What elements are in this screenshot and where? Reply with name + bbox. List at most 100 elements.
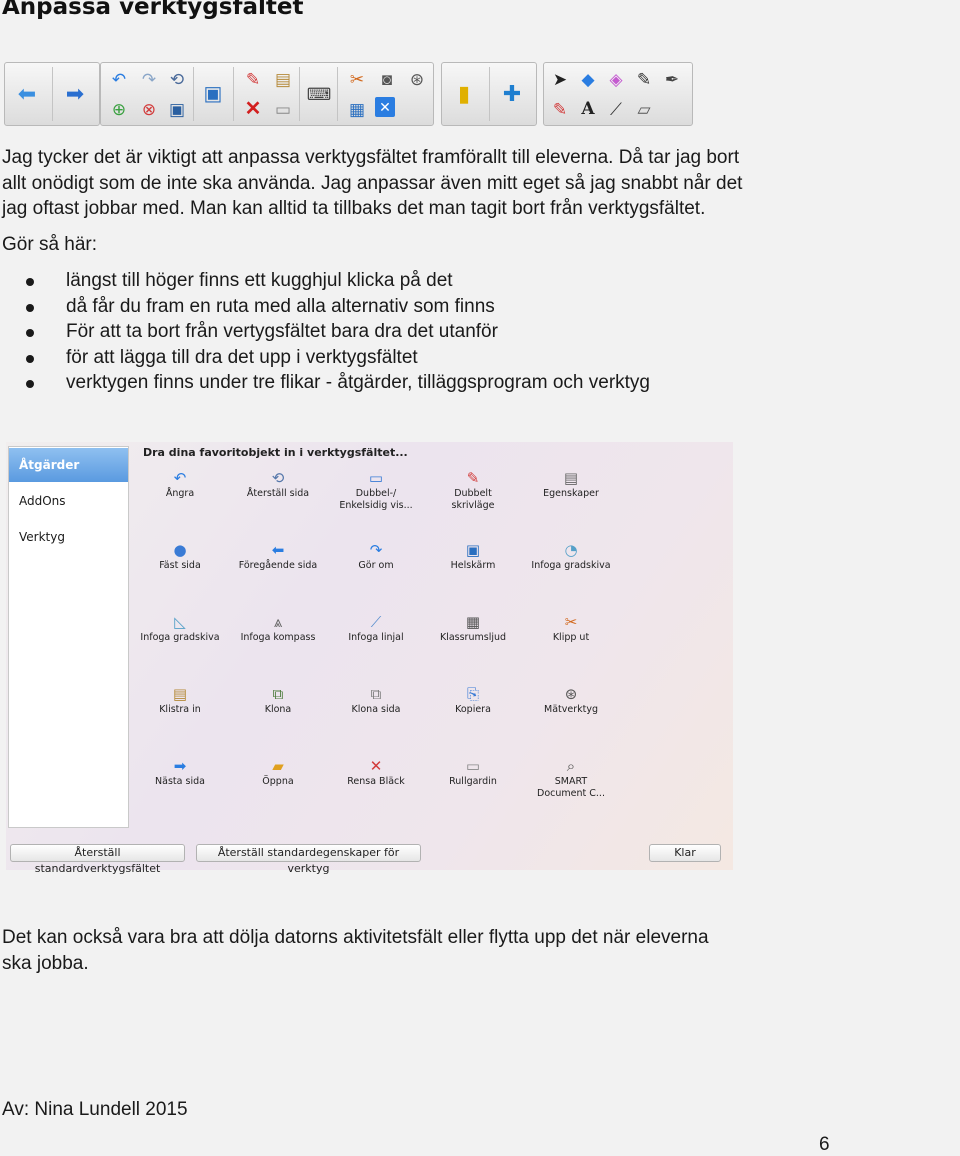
pen-icon[interactable]: ✎ (632, 67, 656, 91)
shapes-icon[interactable]: ◆ (576, 67, 600, 91)
tool-item-label: Infoga linjal (348, 632, 404, 643)
reset-page-icon[interactable]: ⟲ (165, 67, 189, 91)
camera-icon[interactable]: ◙ (375, 67, 399, 91)
tool-item-label: Klona sida (351, 704, 401, 715)
save-icon[interactable]: ▣ (165, 97, 189, 121)
tool-item-label: Klona (264, 704, 292, 715)
tool-item[interactable]: ✂ Klipp ut (516, 612, 626, 644)
list-item: längst till höger finns ett kugghjul kli… (0, 268, 650, 294)
tool-item[interactable]: ▦ Klassrumsljud (418, 612, 528, 644)
reset-toolbar-button[interactable]: Återställ standardverktygsfältet (10, 844, 185, 875)
tool-item-label: Helskärm (450, 560, 496, 571)
eraser-pink-icon[interactable]: ◈ (604, 67, 628, 91)
cut-icon[interactable]: ✂ (345, 67, 369, 91)
toolbar-tools-group: ➤ ◆ ◈ ✎ ✒ ✎ A ⟋ ▱ (543, 62, 693, 126)
tool-item-label: SMART Document C... (537, 776, 605, 799)
arrow-right-icon[interactable]: ➡ (63, 82, 87, 106)
lesson-activity-icon[interactable]: ▮ (452, 82, 476, 106)
measurement-tools-icon: ⊛ (564, 685, 578, 703)
tool-item[interactable]: ▰ Öppna (223, 756, 333, 788)
tool-item-label: Infoga kompass (240, 632, 316, 643)
tool-item-label: Föregående sida (238, 560, 318, 571)
tool-item[interactable]: ⧉ Klona (223, 684, 333, 716)
redo-icon: ↷ (369, 541, 383, 559)
arrow-left-icon[interactable]: ⬅ (15, 82, 39, 106)
fullscreen-icon: ▣ (465, 541, 481, 559)
tool-item[interactable]: ⬅ Föregående sida (223, 540, 333, 572)
delete-icon[interactable]: ✕ (241, 97, 265, 121)
tool-item-label: Mätverktyg (544, 704, 598, 715)
tool-item-label: Klistra in (159, 704, 201, 715)
toolbar-page-group: ↶ ↷ ⟲ ⊕ ⊗ ▣ ▣ ✎ ▤ ✕ ▭ ⌨ ✂ ◙ ⊛ ▦ ✕ (100, 62, 434, 126)
keyboard-icon[interactable]: ⌨ (307, 82, 332, 106)
tool-item-label: Egenskaper (543, 488, 599, 499)
tool-item[interactable]: ▣ Helskärm (418, 540, 528, 572)
paste-icon[interactable]: ▤ (271, 67, 295, 91)
eraser-icon[interactable]: ▱ (632, 97, 656, 121)
done-button[interactable]: Klar (649, 844, 721, 862)
table-icon[interactable]: ▦ (345, 97, 369, 121)
tool-item[interactable]: ⎘ Kopiera (418, 684, 528, 716)
sidebar-item-verktyg[interactable]: Verktyg (9, 520, 128, 554)
howto-label: Gör så här: (2, 234, 98, 255)
list-item: För att ta bort från vertygsfältet bara … (0, 319, 650, 345)
tool-item-label: Infoga gradskiva (140, 632, 220, 643)
toolbar-addons-group: ▮ ✚ (441, 62, 537, 126)
tool-item[interactable]: ▭ Dubbel-/ Enkelsidig vis... (321, 468, 431, 512)
reset-page-icon: ⟲ (271, 469, 285, 487)
line-icon[interactable]: ⟋ (604, 97, 628, 121)
cut-icon: ✂ (564, 613, 578, 631)
tool-item[interactable]: ↷ Gör om (321, 540, 431, 572)
tool-item[interactable]: ● Fäst sida (125, 540, 235, 572)
ruler-icon: ⟋ (370, 613, 382, 631)
delete-page-icon[interactable]: ⊗ (137, 97, 161, 121)
screen-shade-icon: ▭ (465, 757, 481, 775)
customize-toolbar-dialog: Åtgärder AddOns Verktyg Dra dina favorit… (6, 442, 733, 875)
tool-item[interactable]: ▭ Rullgardin (418, 756, 528, 788)
list-item: verktygen finns under tre flikar - åtgär… (0, 370, 650, 396)
dialog-sidebar: Åtgärder AddOns Verktyg (8, 446, 129, 828)
measure-icon[interactable]: ⊛ (405, 67, 429, 91)
add-page-icon[interactable]: ⊕ (107, 97, 131, 121)
magic-pen-icon[interactable]: ✒ (660, 67, 684, 91)
tool-item[interactable]: ▤ Egenskaper (516, 468, 626, 500)
tool-item-label: Nästa sida (155, 776, 205, 787)
undo-icon[interactable]: ↶ (107, 67, 131, 91)
toolbar-nav-group: ⬅ ➡ (4, 62, 100, 126)
tool-item[interactable]: ⌕ SMART Document C... (516, 756, 626, 800)
pin-page-icon: ● (173, 541, 187, 559)
reset-properties-button[interactable]: Återställ standardegenskaper för verktyg (196, 844, 421, 875)
puzzle-icon[interactable]: ✚ (500, 82, 524, 106)
tool-item[interactable]: ⊛ Mätverktyg (516, 684, 626, 716)
tool-item[interactable]: ◺ Infoga gradskiva (125, 612, 235, 644)
redo-icon[interactable]: ↷ (137, 67, 161, 91)
select-arrow-icon[interactable]: ➤ (548, 67, 572, 91)
tool-item[interactable]: ⧉ Klona sida (321, 684, 431, 716)
tool-item[interactable]: ✎ Dubbelt skrivläge (418, 468, 528, 512)
tool-item[interactable]: ◔ Infoga gradskiva (516, 540, 626, 572)
tool-item-label: Kopiera (455, 704, 491, 715)
tool-item-label: Fäst sida (159, 560, 201, 571)
tool-item[interactable]: ▤ Klistra in (125, 684, 235, 716)
tool-item-label: Rensa Bläck (347, 776, 405, 787)
tool-item[interactable]: ✕ Rensa Bläck (321, 756, 431, 788)
sidebar-item-atgarder[interactable]: Åtgärder (9, 448, 128, 482)
set-square-icon: ◺ (174, 613, 186, 631)
tool-item[interactable]: ↶ Ångra (125, 468, 235, 500)
tool-item[interactable]: ⟋ Infoga linjal (321, 612, 431, 644)
outro-paragraph: Det kan också vara bra att dölja datorns… (2, 927, 709, 974)
tool-item[interactable]: ⩓ Infoga kompass (223, 612, 333, 644)
tool-item-label: Gör om (358, 560, 394, 571)
pens-icon[interactable]: ✎ (241, 67, 265, 91)
text-icon[interactable]: A (576, 97, 600, 121)
close-table-icon[interactable]: ✕ (375, 97, 395, 117)
tool-item-label: Klipp ut (552, 632, 590, 643)
page-title: Anpassa verktygsfältet (2, 0, 304, 20)
creative-pens-icon[interactable]: ✎ (548, 97, 572, 121)
tool-item[interactable]: ➡ Nästa sida (125, 756, 235, 788)
tool-item[interactable]: ⟲ Återställ sida (223, 468, 333, 500)
screen-shade-icon[interactable]: ▭ (271, 97, 295, 121)
sidebar-item-addons[interactable]: AddOns (9, 484, 128, 518)
screen-icon[interactable]: ▣ (201, 82, 225, 106)
list-item: då får du fram en ruta med alla alternat… (0, 294, 650, 320)
